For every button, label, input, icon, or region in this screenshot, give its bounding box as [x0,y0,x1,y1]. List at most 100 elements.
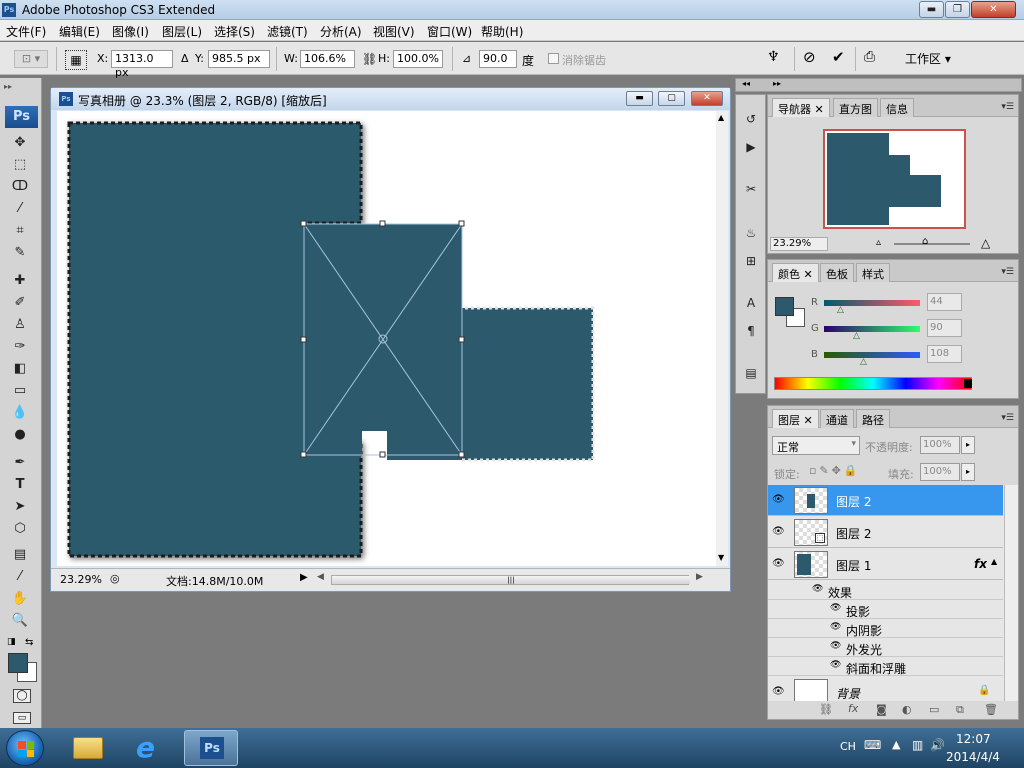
clock-date[interactable]: 2014/4/4 [946,750,1000,764]
menu-view[interactable]: 视图(V) [373,23,415,40]
opacity-arrow-icon[interactable]: ▸ [961,436,975,454]
new-layer-icon[interactable]: ⧉ [956,703,964,717]
clock-time[interactable]: 12:07 [956,732,991,746]
status-menu-arrow-icon[interactable]: ▶ [300,572,308,583]
character-panel-icon[interactable]: A [740,293,762,313]
eraser-tool-icon[interactable]: ◧ [8,358,32,378]
navigator-preview[interactable] [823,129,966,229]
taskbar-internet-explorer[interactable]: e [122,730,176,766]
menu-file[interactable]: 文件(F) [6,23,46,40]
brushes-panel-icon[interactable]: ♨ [740,223,762,243]
background-layer-row[interactable]: 👁 背景 🔒 [768,677,1003,701]
toolbox-collapse-icon[interactable]: ▸▸ [4,82,12,91]
g-slider[interactable] [824,326,920,332]
close-button[interactable]: ✕ [971,1,1016,18]
quick-mask-icon[interactable]: ◯ [13,689,31,703]
lasso-tool-icon[interactable]: ↀ [8,176,32,196]
layer-effects-fx-icon[interactable]: fx [974,557,987,571]
zoom-in-icon[interactable]: △ [981,236,990,250]
canvas-area[interactable] [57,111,717,566]
new-group-icon[interactable]: ▭ [929,703,939,716]
effect-eye-icon[interactable]: 👁 [830,641,841,651]
eyedropper-tool-icon[interactable]: ⁄ [8,566,32,586]
effect-row[interactable]: 👁 外发光 [768,638,1003,657]
angle-field[interactable]: 90.0 [479,50,517,68]
history-brush-tool-icon[interactable]: ✑ [8,336,32,356]
panel-menu-icon[interactable]: ▾☰ [1001,267,1014,277]
spectrum-black-swatch[interactable] [964,379,972,388]
g-value-field[interactable]: 90 [927,319,962,337]
panel-menu-icon[interactable]: ▾☰ [1001,413,1014,423]
healing-brush-tool-icon[interactable]: ✚ [8,270,32,290]
brush-tool-icon[interactable]: ✐ [8,292,32,312]
effect-eye-icon[interactable]: 👁 [812,584,823,594]
restore-button[interactable]: ❐ [945,1,970,18]
warp-icon[interactable]: ♆ [767,49,780,65]
crop-tool-icon[interactable]: ⌗ [8,220,32,240]
tab-layers[interactable]: 图层 ✕ [772,409,819,428]
lock-options-icons[interactable]: ▫✎✥🔒 [809,464,861,477]
bridge-icon[interactable]: ⎙ [864,49,875,65]
effect-eye-icon[interactable]: 👁 [830,622,841,632]
tab-swatches[interactable]: 色板 [820,263,854,282]
foreground-color-swatch[interactable] [8,653,28,673]
doc-maximize-button[interactable]: ▢ [658,91,685,106]
doc-close-button[interactable]: ✕ [691,91,723,106]
layer-name[interactable]: 图层 1 [836,557,871,574]
tab-channels[interactable]: 通道 [820,409,854,428]
effect-eye-icon[interactable]: 👁 [830,660,841,670]
opacity-field[interactable]: 100% [920,436,960,454]
commit-transform-icon[interactable]: ✔ [832,48,845,66]
slice-tool-icon[interactable]: ✎ [8,242,32,262]
keyboard-icon[interactable]: ⌨ [864,738,881,752]
tab-paths[interactable]: 路径 [856,409,890,428]
fill-field[interactable]: 100% [920,463,960,481]
scroll-up-icon[interactable]: ▲ [718,113,724,122]
layer-name[interactable]: 图层 2 [836,525,871,542]
effects-collapse-icon[interactable]: ▲ [991,557,997,566]
swap-colors-icon[interactable]: ⇆ [25,637,33,648]
taskbar-explorer[interactable] [62,730,116,766]
color-foreground-swatch[interactable] [775,297,794,316]
actions-panel-icon[interactable]: ▶ [740,137,762,157]
color-spectrum-bar[interactable] [774,377,972,390]
visibility-eye-icon[interactable]: 👁 [772,494,785,505]
menu-edit[interactable]: 编辑(E) [59,23,100,40]
workspace-button[interactable]: 工作区 ▾ [905,50,951,67]
magic-wand-tool-icon[interactable]: ⁄ [8,198,32,218]
clone-source-panel-icon[interactable]: ⊞ [740,251,762,271]
default-colors-icon[interactable]: ◨ [7,637,16,647]
link-icon[interactable]: ⛓ [362,52,377,66]
vertical-scrollbar[interactable]: ▲ ▼ [716,111,728,566]
layer-name[interactable]: 背景 [836,685,860,701]
add-mask-icon[interactable]: ◙ [876,703,887,716]
tab-histogram[interactable]: 直方图 [833,98,878,117]
start-button[interactable] [6,730,44,766]
history-panel-icon[interactable]: ↺ [740,109,762,129]
tool-preset-picker[interactable]: ⊡ ▾ [14,50,48,68]
layer-name[interactable]: 图层 2 [836,493,871,510]
blend-mode-select[interactable]: 正常 ▾ [772,436,860,455]
link-layers-icon[interactable]: ⛓ [819,703,833,716]
tool-presets-panel-icon[interactable]: ✂ [740,179,762,199]
menu-filter[interactable]: 滤镜(T) [267,23,308,40]
scroll-down-icon[interactable]: ▼ [718,553,724,562]
effect-row[interactable]: 👁 斜面和浮雕 [768,657,1003,676]
delete-layer-icon[interactable]: 🗑 [984,703,998,716]
height-field[interactable]: 100.0% [393,50,443,68]
layer-row[interactable]: 👁 图层 2 [768,485,1003,516]
menu-select[interactable]: 选择(S) [214,23,255,40]
navigator-zoom-field[interactable]: 23.29% [770,237,828,251]
b-slider-thumb[interactable]: △ [860,357,867,367]
zoom-slider-thumb[interactable]: ⌂ [922,236,928,247]
blur-tool-icon[interactable]: 💧 [8,402,32,422]
zoom-tool-icon[interactable]: 🔍 [8,610,32,630]
dock-collapse-icon[interactable]: ▸▸ [773,79,781,88]
volume-icon[interactable]: 🔊 [930,738,945,752]
move-tool-icon[interactable]: ✥ [8,132,32,152]
adjustment-layer-icon[interactable]: ◐ [902,703,912,716]
tab-styles[interactable]: 样式 [856,263,890,282]
antialias-checkbox[interactable] [548,53,559,64]
menu-analysis[interactable]: 分析(A) [320,23,362,40]
canvas[interactable] [57,111,717,566]
